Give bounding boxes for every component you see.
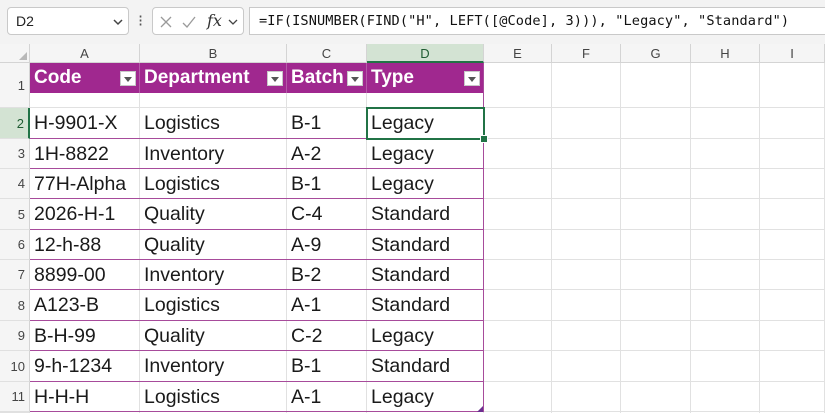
table-cell[interactable]: Quality: [140, 199, 287, 230]
table-header-batch[interactable]: Batch: [287, 63, 367, 93]
table-cell[interactable]: 1H-8822: [30, 139, 140, 169]
table-cell[interactable]: Inventory: [140, 351, 287, 382]
select-all-button[interactable]: [0, 44, 30, 63]
table-header-label: Department: [144, 67, 250, 88]
gridline-vertical: [551, 63, 552, 413]
row-header-2[interactable]: 2: [0, 108, 30, 139]
gridline-vertical: [759, 63, 760, 413]
row-header-4[interactable]: 4: [0, 169, 30, 199]
formula-actions: fx: [152, 7, 244, 35]
column-header-a[interactable]: A: [30, 44, 140, 63]
row-header-7[interactable]: 7: [0, 260, 30, 290]
table-right-border: [483, 63, 484, 412]
name-box-value: D2: [16, 13, 34, 29]
table-cell[interactable]: B-1: [287, 169, 367, 199]
table-cell[interactable]: Legacy: [367, 321, 484, 351]
filter-dropdown-icon[interactable]: [464, 71, 480, 86]
row-header-3[interactable]: 3: [0, 139, 30, 169]
select-all-triangle-icon: [19, 52, 27, 60]
table-cell[interactable]: 77H-Alpha: [30, 169, 140, 199]
column-header-c[interactable]: C: [287, 44, 367, 63]
table-cell[interactable]: 2026-H-1: [30, 199, 140, 230]
table-header-label: Batch: [291, 67, 344, 88]
chevron-down-icon[interactable]: [227, 16, 239, 28]
name-box[interactable]: D2: [7, 7, 129, 35]
row-header-1[interactable]: 1: [0, 63, 30, 108]
column-header-e[interactable]: E: [484, 44, 552, 63]
table-header-type[interactable]: Type: [367, 63, 484, 93]
table-cell[interactable]: Standard: [367, 230, 484, 260]
column-header-d[interactable]: D: [367, 44, 484, 63]
table-header-label: Code: [34, 67, 82, 88]
table-cell[interactable]: B-2: [287, 260, 367, 290]
table-cell[interactable]: Legacy: [367, 108, 484, 139]
table-cell[interactable]: Standard: [367, 260, 484, 290]
table-cell[interactable]: 8899-00: [30, 260, 140, 290]
table-resize-handle[interactable]: [477, 406, 483, 412]
table-header-label: Type: [371, 67, 414, 88]
table-cell[interactable]: H-9901-X: [30, 108, 140, 139]
close-icon[interactable]: [159, 15, 173, 29]
table-cell[interactable]: A-1: [287, 290, 367, 321]
row-header-6[interactable]: 6: [0, 230, 30, 260]
column-header-g[interactable]: G: [621, 44, 691, 63]
table-cell[interactable]: A-1: [287, 382, 367, 412]
table-cell[interactable]: Standard: [367, 199, 484, 230]
table-cell[interactable]: H-H-H: [30, 382, 140, 412]
insert-function-button[interactable]: fx: [207, 11, 222, 30]
table-cell[interactable]: Legacy: [367, 382, 484, 412]
table-cell[interactable]: A123-B: [30, 290, 140, 321]
fill-handle[interactable]: [480, 135, 488, 143]
table-cell[interactable]: 12-h-88: [30, 230, 140, 260]
table-cell[interactable]: Legacy: [367, 169, 484, 199]
table-cell[interactable]: 9-h-1234: [30, 351, 140, 382]
table-cell[interactable]: Logistics: [140, 290, 287, 321]
table-cell[interactable]: Quality: [140, 321, 287, 351]
gridline-vertical: [690, 63, 691, 413]
table-cell[interactable]: Standard: [367, 351, 484, 382]
column-header-h[interactable]: H: [691, 44, 760, 63]
table-cell[interactable]: A-2: [287, 139, 367, 169]
table-cell[interactable]: Standard: [367, 290, 484, 321]
table-cell[interactable]: Inventory: [140, 260, 287, 290]
table-cell[interactable]: C-2: [287, 321, 367, 351]
table-cell[interactable]: Logistics: [140, 108, 287, 139]
table-header-department[interactable]: Department: [140, 63, 287, 93]
table-cell[interactable]: B-1: [287, 108, 367, 139]
table-cell[interactable]: Legacy: [367, 139, 484, 169]
table-cell[interactable]: B-H-99: [30, 321, 140, 351]
worksheet-grid[interactable]: A B C D E F G H I 1 2 3 4 5 6 7 8 9 10 11 Code Department Batc…: [0, 44, 825, 413]
row-header-9[interactable]: 9: [0, 321, 30, 351]
row-header-10[interactable]: 10: [0, 351, 30, 382]
table-cell[interactable]: Logistics: [140, 382, 287, 412]
filter-dropdown-icon[interactable]: [347, 71, 363, 86]
column-header-b[interactable]: B: [140, 44, 287, 63]
row-header-11[interactable]: 11: [0, 382, 30, 412]
table-cell[interactable]: A-9: [287, 230, 367, 260]
formula-bar-grip[interactable]: ⁝: [138, 11, 143, 30]
formula-bar-area: D2 ⁝ fx =IF(ISNUMBER(FIND("H", LEFT([@Co…: [0, 0, 825, 45]
filter-dropdown-icon[interactable]: [120, 71, 136, 86]
row-header-8[interactable]: 8: [0, 290, 30, 321]
table-header-code[interactable]: Code: [30, 63, 140, 93]
column-header-f[interactable]: F: [552, 44, 621, 63]
table-cell[interactable]: Logistics: [140, 169, 287, 199]
filter-dropdown-icon[interactable]: [267, 71, 283, 86]
table-cell[interactable]: B-1: [287, 351, 367, 382]
formula-text: =IF(ISNUMBER(FIND("H", LEFT([@Code], 3))…: [259, 13, 790, 29]
check-icon[interactable]: [182, 15, 196, 29]
table-cell[interactable]: Quality: [140, 230, 287, 260]
table-cell[interactable]: Inventory: [140, 139, 287, 169]
chevron-down-icon[interactable]: [112, 16, 124, 28]
formula-input[interactable]: =IF(ISNUMBER(FIND("H", LEFT([@Code], 3))…: [249, 7, 825, 35]
column-header-i[interactable]: I: [760, 44, 825, 63]
gridline-vertical: [620, 63, 621, 413]
table-cell[interactable]: C-4: [287, 199, 367, 230]
row-header-5[interactable]: 5: [0, 199, 30, 230]
